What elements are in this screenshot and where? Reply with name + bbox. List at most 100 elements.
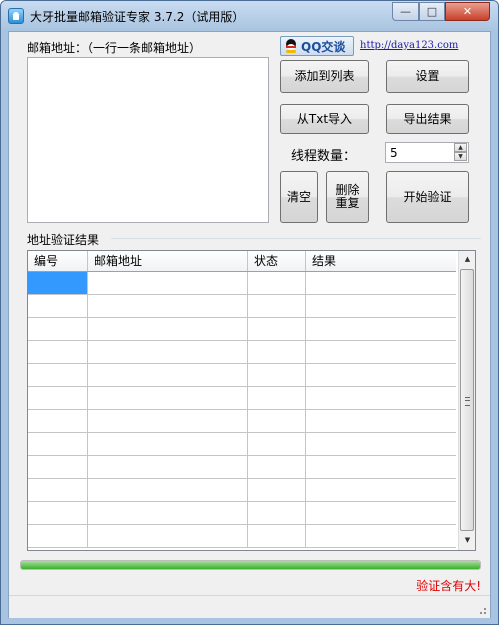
table-row[interactable] [28,525,456,548]
table-row[interactable] [28,479,456,502]
table-cell[interactable] [306,456,456,478]
verification-progress-bar [20,560,481,570]
column-header-status[interactable]: 状态 [248,251,306,271]
table-cell[interactable] [28,341,88,363]
table-cell[interactable] [88,387,248,409]
table-row[interactable] [28,272,456,295]
results-vertical-scrollbar[interactable]: ▲ ▼ [458,251,475,550]
table-cell[interactable] [28,525,88,547]
start-verify-button[interactable]: 开始验证 [386,171,469,223]
table-cell[interactable] [248,433,306,455]
website-link[interactable]: http://daya123.com [360,40,458,51]
table-cell[interactable] [248,341,306,363]
table-cell[interactable] [28,364,88,386]
results-group-divider [111,238,481,239]
table-row[interactable] [28,341,456,364]
table-cell[interactable] [306,318,456,340]
table-cell[interactable] [306,525,456,547]
export-results-button[interactable]: 导出结果 [386,104,469,134]
scroll-thumb[interactable] [460,269,474,531]
resize-grip-icon[interactable] [477,605,487,615]
table-cell[interactable] [28,502,88,524]
results-table-body[interactable] [28,272,456,550]
app-tooth-icon [8,8,24,24]
table-cell[interactable] [28,433,88,455]
table-cell[interactable] [88,341,248,363]
table-cell[interactable] [28,318,88,340]
table-cell[interactable] [88,525,248,547]
table-cell[interactable] [88,433,248,455]
thread-count-value: 5 [390,146,398,160]
email-input-textarea[interactable] [27,57,269,223]
table-cell[interactable] [306,387,456,409]
remove-duplicates-button[interactable]: 删除 重复 [326,171,369,223]
column-header-result[interactable]: 结果 [306,251,456,271]
table-row[interactable] [28,456,456,479]
results-group-title: 地址验证结果 [27,233,100,247]
table-cell[interactable] [306,479,456,501]
table-cell[interactable] [88,318,248,340]
table-cell[interactable] [88,502,248,524]
table-cell[interactable] [248,502,306,524]
spin-up-arrow-icon[interactable]: ▲ [454,143,467,152]
table-row[interactable] [28,318,456,341]
title-bar[interactable]: 大牙批量邮箱验证专家 3.7.2（试用版） — □ ✕ [1,1,498,31]
table-cell[interactable] [306,433,456,455]
qq-chat-label: QQ交谈 [301,39,346,54]
close-button[interactable]: ✕ [445,2,490,21]
table-cell[interactable] [248,410,306,432]
clear-button[interactable]: 清空 [280,171,318,223]
table-cell[interactable] [28,479,88,501]
minimize-button[interactable]: — [392,2,419,21]
table-cell[interactable] [88,456,248,478]
table-cell[interactable] [28,295,88,317]
table-cell[interactable] [28,410,88,432]
scroll-down-arrow-icon[interactable]: ▼ [460,532,475,549]
table-row[interactable] [28,410,456,433]
status-bar [9,595,490,618]
table-cell[interactable] [28,456,88,478]
table-cell[interactable] [306,295,456,317]
table-cell[interactable] [28,272,88,294]
column-header-email[interactable]: 邮箱地址 [88,251,248,271]
results-table-header: 编号 邮箱地址 状态 结果 [28,251,456,272]
table-cell[interactable] [306,410,456,432]
scroll-up-arrow-icon[interactable]: ▲ [460,251,475,268]
table-row[interactable] [28,364,456,387]
table-cell[interactable] [306,341,456,363]
table-cell[interactable] [248,295,306,317]
main-window: 大牙批量邮箱验证专家 3.7.2（试用版） — □ ✕ 邮箱地址：（一行一条邮箱… [0,0,499,625]
table-cell[interactable] [248,456,306,478]
table-cell[interactable] [248,272,306,294]
table-cell[interactable] [88,295,248,317]
table-cell[interactable] [248,479,306,501]
table-cell[interactable] [248,387,306,409]
qq-chat-button[interactable]: QQ交谈 [280,36,354,56]
table-cell[interactable] [88,272,248,294]
table-cell[interactable] [248,364,306,386]
table-cell[interactable] [88,479,248,501]
table-row[interactable] [28,502,456,525]
slogan-text: 验证含有大! [416,579,481,593]
table-cell[interactable] [306,364,456,386]
column-header-id[interactable]: 编号 [28,251,88,271]
import-txt-button[interactable]: 从Txt导入 [280,104,369,134]
table-row[interactable] [28,295,456,318]
qq-penguin-icon [284,39,298,53]
spin-down-arrow-icon[interactable]: ▼ [454,152,467,161]
results-table[interactable]: 编号 邮箱地址 状态 结果 ▲ ▼ [27,250,476,551]
table-row[interactable] [28,387,456,410]
thread-count-spinner[interactable]: 5 ▲ ▼ [385,142,469,163]
table-cell[interactable] [306,502,456,524]
table-cell[interactable] [306,272,456,294]
settings-button[interactable]: 设置 [386,60,469,93]
table-cell[interactable] [28,387,88,409]
maximize-button[interactable]: □ [419,2,445,21]
table-cell[interactable] [88,410,248,432]
table-row[interactable] [28,433,456,456]
table-cell[interactable] [88,364,248,386]
add-to-list-button[interactable]: 添加到列表 [280,60,369,93]
table-cell[interactable] [248,318,306,340]
table-cell[interactable] [248,525,306,547]
scroll-grip-icon [465,397,470,406]
